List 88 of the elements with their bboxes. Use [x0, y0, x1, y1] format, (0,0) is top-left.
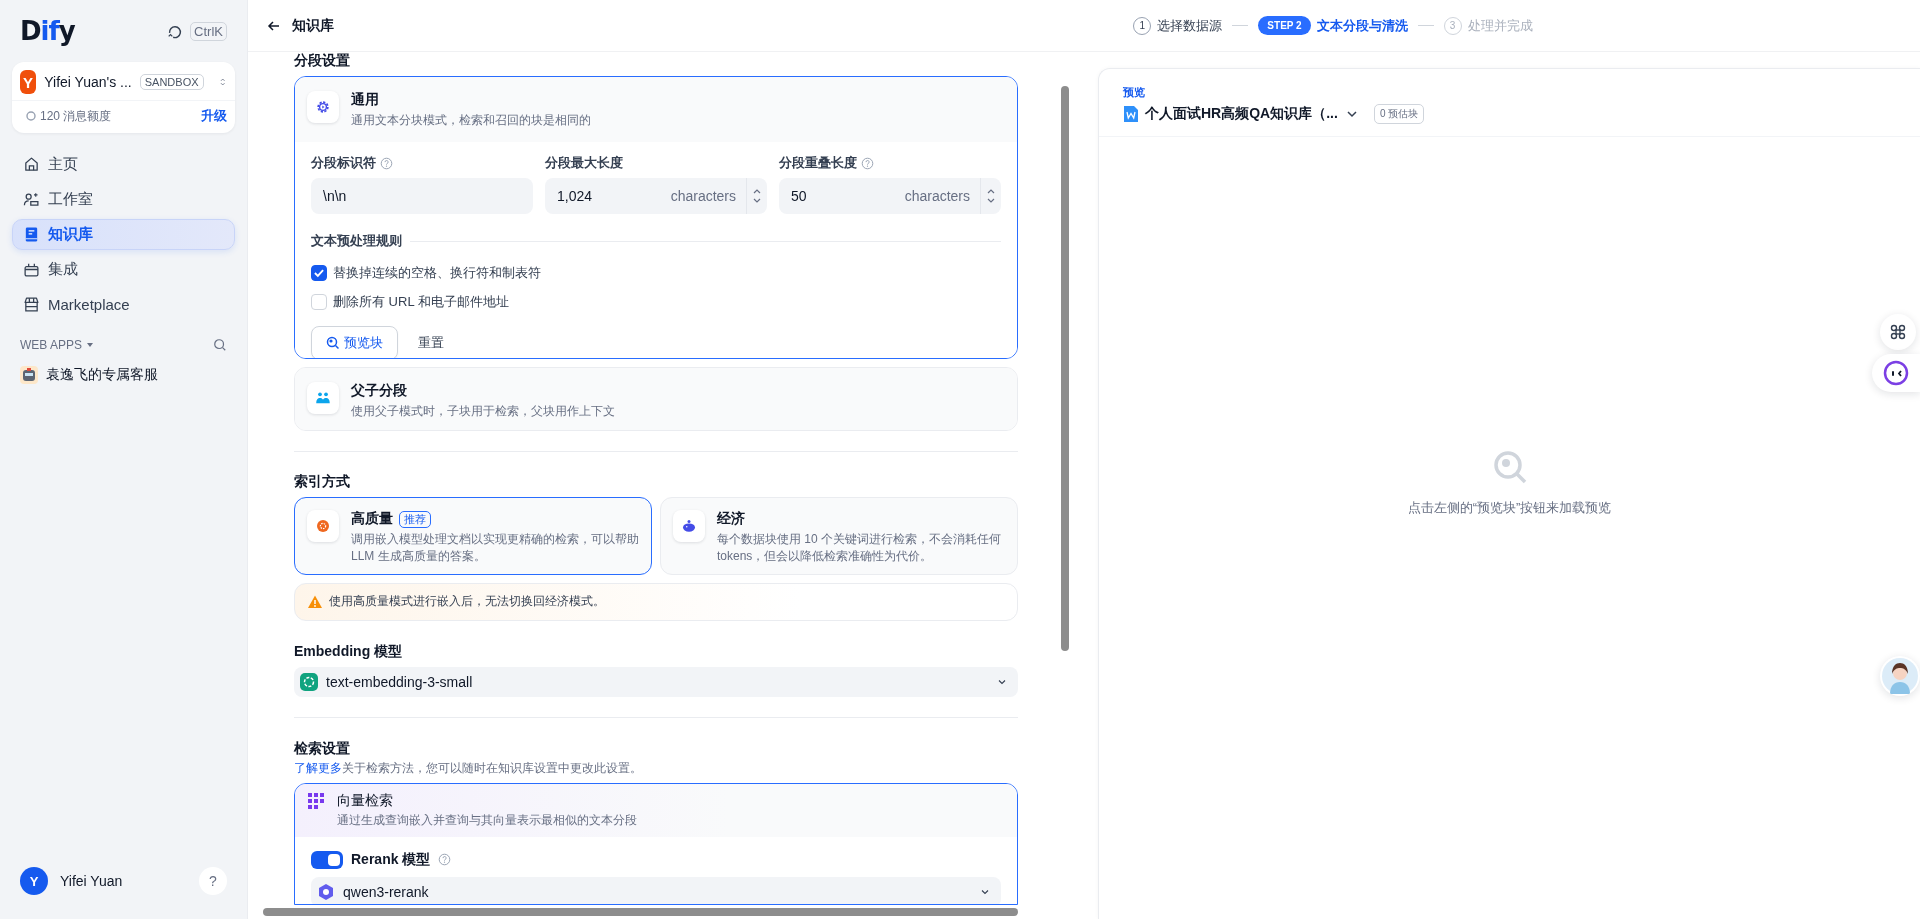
model-icon	[300, 672, 318, 691]
robot-icon	[20, 366, 38, 384]
chunk-count-badge: 0 预估块	[1373, 104, 1425, 124]
coin-icon	[26, 111, 36, 121]
app-item[interactable]: 袁逸飞的专属客服	[12, 360, 235, 390]
section-title: 检索设置	[294, 739, 351, 758]
option-title: 高质量	[351, 510, 393, 529]
book-icon	[23, 226, 40, 243]
option-description: 每个数据块使用 10 个关键词进行检索，不会消耗任何 tokens，但会以降低检索准确性为代价。	[717, 531, 1002, 564]
option-title: 向量检索	[337, 791, 394, 810]
workspace-name: Yifei Yuan's ...	[44, 74, 132, 90]
step-label: 选择数据源	[1157, 16, 1223, 35]
warning-text: 使用高质量模式进行嵌入后，无法切换回经济模式。	[329, 593, 605, 611]
option-description: 调用嵌入模型处理文档以实现更精确的检索，可以帮助 LLM 生成高质量的答案。	[351, 531, 639, 564]
field-label: 分段重叠长度	[779, 154, 857, 173]
gear-icon	[314, 98, 332, 116]
search-icon	[326, 336, 340, 351]
option-card[interactable]: 高质量 推荐 调用嵌入模型处理文档以实现更精确的检索，可以帮助 LLM 生成高质量的答案。	[294, 497, 652, 575]
option-card[interactable]: 父子分段 使用父子模式时，子块用于检索，父块用作上下文	[294, 366, 1018, 431]
search-icon	[1491, 449, 1528, 485]
nav-item[interactable]: 知识库	[12, 219, 235, 250]
section-title: 索引方式	[294, 473, 351, 492]
workspace-avatar: Y	[20, 70, 37, 94]
checkbox[interactable]	[311, 264, 327, 281]
grid-icon	[307, 791, 325, 810]
home-icon	[23, 156, 40, 173]
option-description: 通用文本分块模式，检索和召回的块是相同的	[351, 112, 591, 129]
field-label: Rerank 模型	[351, 850, 431, 869]
recommended-badge: 推荐	[399, 510, 431, 528]
assistant-button[interactable]	[1872, 354, 1920, 392]
option-title: 经济	[717, 510, 745, 529]
step-label: 文本分段与清洗	[1316, 16, 1408, 35]
help-icon	[380, 156, 393, 170]
learn-more-link[interactable]: 了解更多	[294, 760, 342, 775]
reset-button[interactable]: 重置	[404, 326, 458, 358]
shortcut-key: CtrlK	[190, 21, 227, 41]
section-title: WEB APPS	[20, 338, 83, 352]
upgrade-link[interactable]: 升级	[201, 107, 227, 125]
search-icon[interactable]	[213, 338, 227, 352]
input-field[interactable]: 50 characters	[779, 178, 1001, 215]
person-figure-icon	[1882, 658, 1918, 694]
step-label: 处理并完成	[1467, 16, 1533, 35]
user-name: Yifei Yuan	[60, 873, 124, 889]
model-icon	[317, 882, 335, 901]
panel-label: 预览	[1123, 85, 1146, 100]
plugin-icon	[23, 261, 40, 278]
people-icon	[23, 191, 40, 208]
option-title: 通用	[351, 91, 380, 109]
field-label: 分段标识符	[311, 154, 376, 173]
option-card[interactable]: 通用 通用文本分块模式，检索和召回的块是相同的 分段标识符 \n\n 分段最大长度 1,024 characters 分段重叠长度 50 characters 文本预处理规则 替换掉连续的空格、换行符和制表符 删除所有 URL 和电子邮件地址 预览块 重置	[294, 76, 1018, 359]
nav-item[interactable]: 工作室	[12, 184, 235, 215]
step-badge: STEP 2	[1258, 16, 1311, 35]
warning-icon	[307, 593, 323, 610]
nav-item[interactable]: 集成	[12, 254, 235, 285]
word-file-icon	[1123, 105, 1139, 123]
bot-face-icon	[1883, 360, 1909, 386]
option-card[interactable]: 经济 每个数据块使用 10 个关键词进行检索，不会消耗任何 tokens，但会以降低检索准确性为代价。	[660, 497, 1018, 575]
model-select[interactable]: qwen3-rerank	[311, 876, 1001, 904]
help-button[interactable]: ?	[199, 867, 227, 895]
option-title: 父子分段	[351, 381, 408, 400]
section-title: 分段设置	[294, 52, 351, 70]
field-label: 分段最大长度	[545, 154, 623, 173]
option-card[interactable]: 向量检索 通过生成查询嵌入并查询与其向量表示最相似的文本分段 Rerank 模型 qwen3-rerank	[294, 782, 1018, 905]
subsection-title: 文本预处理规则	[311, 232, 402, 251]
input-field[interactable]: 1,024 characters	[545, 178, 767, 215]
checkbox-label: 替换掉连续的空格、换行符和制表符	[333, 263, 541, 282]
nav-item[interactable]: 主页	[12, 149, 235, 180]
toggle-switch[interactable]	[311, 850, 343, 869]
back-link[interactable]: 知识库	[266, 16, 334, 35]
store-icon	[23, 296, 40, 313]
input-field[interactable]: \n\n	[311, 178, 533, 215]
credits-text: 120 消息额度	[40, 107, 112, 125]
empty-hint: 点击左侧的“预览块”按钮来加载预览	[1407, 499, 1612, 517]
user-avatar: Y	[20, 867, 48, 895]
plan-badge: SANDBOX	[139, 74, 204, 90]
document-select[interactable]: 个人面试HR高频QA知识库（...	[1123, 105, 1360, 123]
section-title: Embedding 模型	[294, 642, 404, 661]
command-icon	[1889, 323, 1907, 341]
help-icon	[861, 156, 874, 170]
option-description: 通过生成查询嵌入并查询与其向量表示最相似的文本分段	[337, 811, 637, 829]
preview-button[interactable]: 预览块	[311, 326, 398, 358]
model-select[interactable]: text-embedding-3-small	[294, 666, 1018, 697]
option-description: 使用父子模式时，子块用于检索，父块用作上下文	[351, 402, 615, 420]
help-icon	[438, 853, 452, 867]
logo: Dify	[20, 16, 75, 46]
checkbox-label: 删除所有 URL 和电子邮件地址	[333, 292, 509, 311]
nav-item[interactable]: Marketplace	[12, 289, 235, 320]
retrieval-note: 了解更多关于检索方法，您可以随时在知识库设置中更改此设置。	[294, 759, 643, 777]
